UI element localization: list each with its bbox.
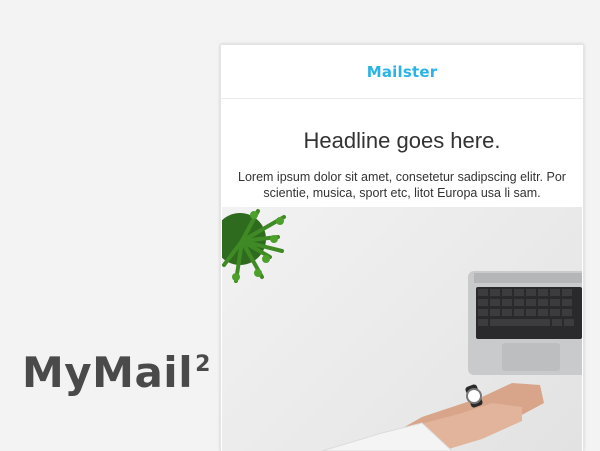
hero-image [222, 207, 582, 451]
desk-photo-illustration [222, 209, 582, 451]
product-version: 2 [195, 352, 211, 377]
email-body-text: Lorem ipsum dolor sit amet, consetetur s… [238, 170, 566, 200]
email-preview: Mailster Headline goes here. Lorem ipsum… [220, 44, 584, 451]
email-header: Mailster [221, 45, 583, 99]
product-wordmark: MyMail 2 [22, 352, 211, 394]
hands [321, 383, 544, 451]
laptop [468, 271, 582, 375]
email-headline: Headline goes here. [303, 128, 501, 153]
product-name: MyMail [22, 348, 194, 397]
mailster-logo: Mailster [366, 62, 438, 81]
plant [222, 209, 286, 283]
